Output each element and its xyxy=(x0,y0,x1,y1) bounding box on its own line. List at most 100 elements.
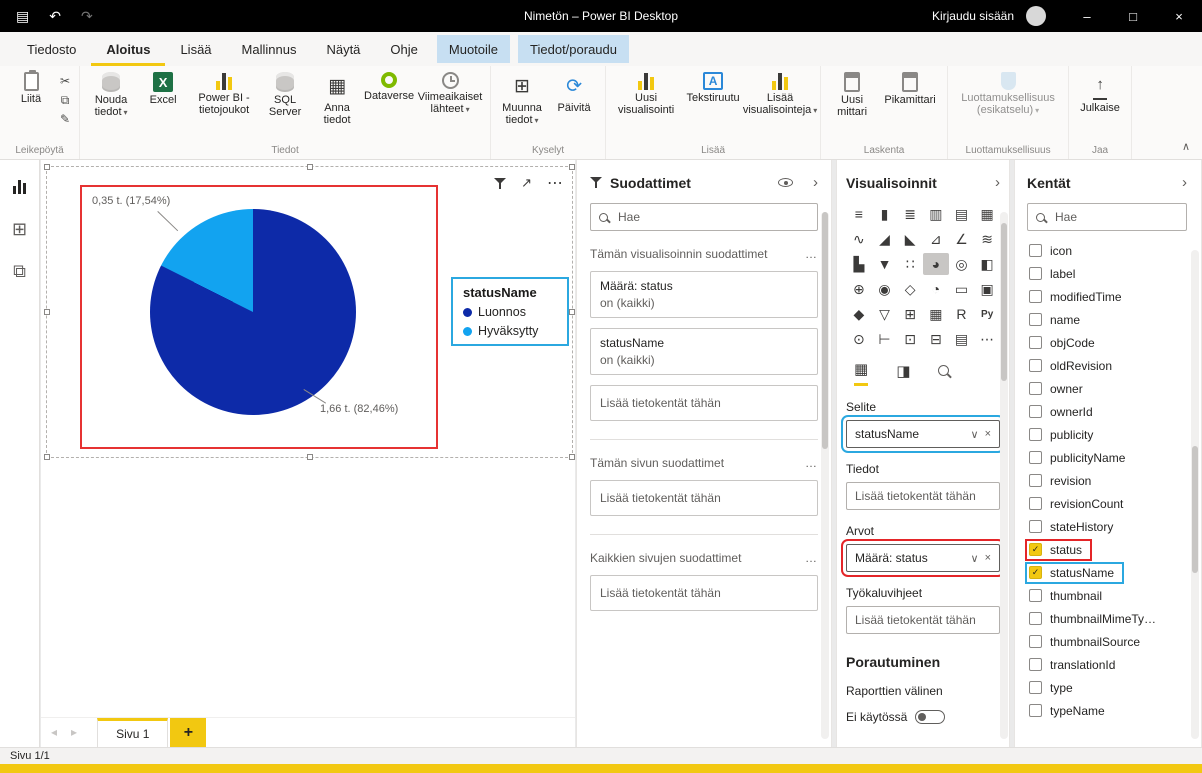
ribbon-button-pikamittari[interactable]: Pikamittari xyxy=(878,69,942,109)
visual-filter-icon[interactable] xyxy=(494,178,506,189)
resize-handle[interactable] xyxy=(569,309,575,315)
redo-icon[interactable]: ↷ xyxy=(81,8,93,25)
fields-scrollbar[interactable] xyxy=(1191,250,1199,739)
filters-search-input[interactable] xyxy=(616,209,809,225)
field-checkbox[interactable] xyxy=(1029,520,1042,533)
cut-icon[interactable]: ✂ xyxy=(60,74,70,88)
pie-chart-icon[interactable]: ◕ xyxy=(923,253,949,275)
more-options-icon[interactable]: … xyxy=(805,456,818,470)
remove-field-icon[interactable]: × xyxy=(985,428,991,440)
field-row-revisioncount[interactable]: revisionCount xyxy=(1027,492,1201,515)
field-row-typename[interactable]: typeName xyxy=(1027,699,1201,722)
cross-report-toggle[interactable] xyxy=(915,710,945,724)
smart-narrative-icon[interactable]: ⊟ xyxy=(923,328,949,350)
resize-handle[interactable] xyxy=(569,454,575,460)
format-tab[interactable]: ◨ xyxy=(896,360,910,386)
resize-handle[interactable] xyxy=(307,454,313,460)
get-more-visuals-icon[interactable]: ⋯ xyxy=(974,328,1000,350)
fields-search-input[interactable] xyxy=(1053,209,1178,225)
ribbon-button-nouda-tiedot[interactable]: Nouda tiedot▾ xyxy=(85,69,137,122)
field-checkbox[interactable] xyxy=(1029,244,1042,257)
multi-row-card-icon[interactable]: ▣ xyxy=(974,278,1000,300)
field-row-translationid[interactable]: translationId xyxy=(1027,653,1201,676)
ribbon-button-uusi-mittari[interactable]: Uusi mittari xyxy=(826,69,878,122)
field-row-publicity[interactable]: publicity xyxy=(1027,423,1201,446)
field-checkbox[interactable] xyxy=(1029,405,1042,418)
model-view-icon[interactable]: ⧉ xyxy=(9,260,31,282)
more-options-icon[interactable]: … xyxy=(805,247,818,261)
field-row-objcode[interactable]: objCode xyxy=(1027,331,1201,354)
100-stacked-column-chart-icon[interactable]: ▦ xyxy=(974,203,1000,225)
ribbon-tab-lis[interactable]: Lisää xyxy=(165,32,226,66)
resize-handle[interactable] xyxy=(44,454,50,460)
ribbon-button-luottamuksellisuus-esikatselu[interactable]: Luottamuksellisuus (esikatselu)▾ xyxy=(953,69,1063,120)
q-and-a-icon[interactable]: ⊡ xyxy=(897,328,923,350)
filled-map-icon[interactable]: ◉ xyxy=(872,278,898,300)
slicer-icon[interactable]: ▽ xyxy=(872,303,898,325)
scatter-chart-icon[interactable]: ∷ xyxy=(897,253,923,275)
field-checkbox[interactable] xyxy=(1029,658,1042,671)
field-row-revision[interactable]: revision xyxy=(1027,469,1201,492)
field-checkbox[interactable]: ✓ xyxy=(1029,543,1042,556)
fields-tab[interactable]: ▦ xyxy=(854,360,868,386)
field-checkbox[interactable] xyxy=(1029,704,1042,717)
tooltips-field-well[interactable]: Lisää tietokentät tähän xyxy=(846,606,1000,634)
waterfall-chart-icon[interactable]: ▙ xyxy=(846,253,872,275)
donut-chart-icon[interactable]: ◎ xyxy=(949,253,975,275)
report-view-icon[interactable] xyxy=(9,176,31,198)
decomposition-tree-icon[interactable]: ⊢ xyxy=(872,328,898,350)
ribbon-tab-n-yt[interactable]: Näytä xyxy=(311,32,375,66)
save-icon[interactable]: ▤ xyxy=(16,8,29,25)
field-checkbox[interactable] xyxy=(1029,267,1042,280)
ribbon-chart-icon[interactable]: ≋ xyxy=(974,228,1000,250)
field-checkbox[interactable] xyxy=(1029,359,1042,372)
details-field-well[interactable]: Lisää tietokentät tähän xyxy=(846,482,1000,510)
field-row-thumbnailmimety[interactable]: thumbnailMimeTy… xyxy=(1027,607,1201,630)
ribbon-button-sql-server[interactable]: SQL Server xyxy=(259,69,311,122)
report-canvas[interactable]: ↗ ⋯ 0,35 t. (17,54%) 1,66 t. (82,46%) st… xyxy=(41,160,575,747)
close-button[interactable]: × xyxy=(1156,0,1202,32)
field-checkbox[interactable] xyxy=(1029,681,1042,694)
filter-card-m-r-status[interactable]: Määrä: statuson (kaikki) xyxy=(590,271,818,318)
stacked-bar-chart-icon[interactable]: ≡ xyxy=(846,203,872,225)
field-row-thumbnail[interactable]: thumbnail xyxy=(1027,584,1201,607)
add-page-button[interactable]: + xyxy=(170,718,206,747)
ribbon-button-uusi-visualisointi[interactable]: Uusi visualisointi xyxy=(611,69,681,120)
field-checkbox[interactable] xyxy=(1029,336,1042,349)
chevron-down-icon[interactable]: ∨ xyxy=(971,552,979,565)
focus-mode-icon[interactable]: ↗ xyxy=(521,175,532,191)
pie-chart[interactable] xyxy=(150,209,356,415)
clustered-column-chart-icon[interactable]: ▥ xyxy=(923,203,949,225)
ribbon-tab-ohje[interactable]: Ohje xyxy=(375,32,432,66)
matrix-icon[interactable]: ▦ xyxy=(923,303,949,325)
collapse-pane-icon[interactable]: › xyxy=(995,174,1000,191)
field-checkbox[interactable] xyxy=(1029,428,1042,441)
clustered-bar-chart-icon[interactable]: ≣ xyxy=(897,203,923,225)
legend-field-well[interactable]: statusName ∨ × xyxy=(846,420,1000,448)
field-checkbox[interactable] xyxy=(1029,635,1042,648)
ribbon-button-lis-visualisointeja[interactable]: Lisää visualisointeja▾ xyxy=(745,69,815,120)
previous-page-icon[interactable]: ◂ xyxy=(51,725,57,739)
collapse-ribbon-icon[interactable]: ∧ xyxy=(1182,140,1190,153)
ribbon-button-anna-tiedot[interactable]: ▦Anna tiedot xyxy=(311,69,363,130)
ribbon-button-muunna-tiedot[interactable]: ⊞Muunna tiedot▾ xyxy=(496,69,548,130)
ribbon-button-excel[interactable]: XExcel xyxy=(137,69,189,109)
field-checkbox[interactable] xyxy=(1029,313,1042,326)
field-checkbox[interactable] xyxy=(1029,589,1042,602)
field-row-icon[interactable]: icon xyxy=(1027,239,1201,262)
field-row-publicityname[interactable]: publicityName xyxy=(1027,446,1201,469)
field-row-statusname[interactable]: ✓statusName xyxy=(1027,561,1201,584)
page-tab-sivu-1[interactable]: Sivu 1 xyxy=(97,718,168,747)
visual-more-options-icon[interactable]: ⋯ xyxy=(547,173,564,193)
field-checkbox[interactable] xyxy=(1029,497,1042,510)
filter-card-statusname[interactable]: statusNameon (kaikki) xyxy=(590,328,818,375)
key-influencers-icon[interactable]: ⊙ xyxy=(846,328,872,350)
resize-handle[interactable] xyxy=(569,164,575,170)
ribbon-tab-tiedosto[interactable]: Tiedosto xyxy=(12,32,91,66)
ribbon-button-liit[interactable]: Liitä xyxy=(5,69,57,108)
stacked-column-chart-icon[interactable]: ▮ xyxy=(872,203,898,225)
field-row-label[interactable]: label xyxy=(1027,262,1201,285)
ribbon-tab-aloitus[interactable]: Aloitus xyxy=(91,32,165,66)
collapse-pane-icon[interactable]: › xyxy=(1182,174,1187,191)
eye-icon[interactable] xyxy=(778,178,793,187)
